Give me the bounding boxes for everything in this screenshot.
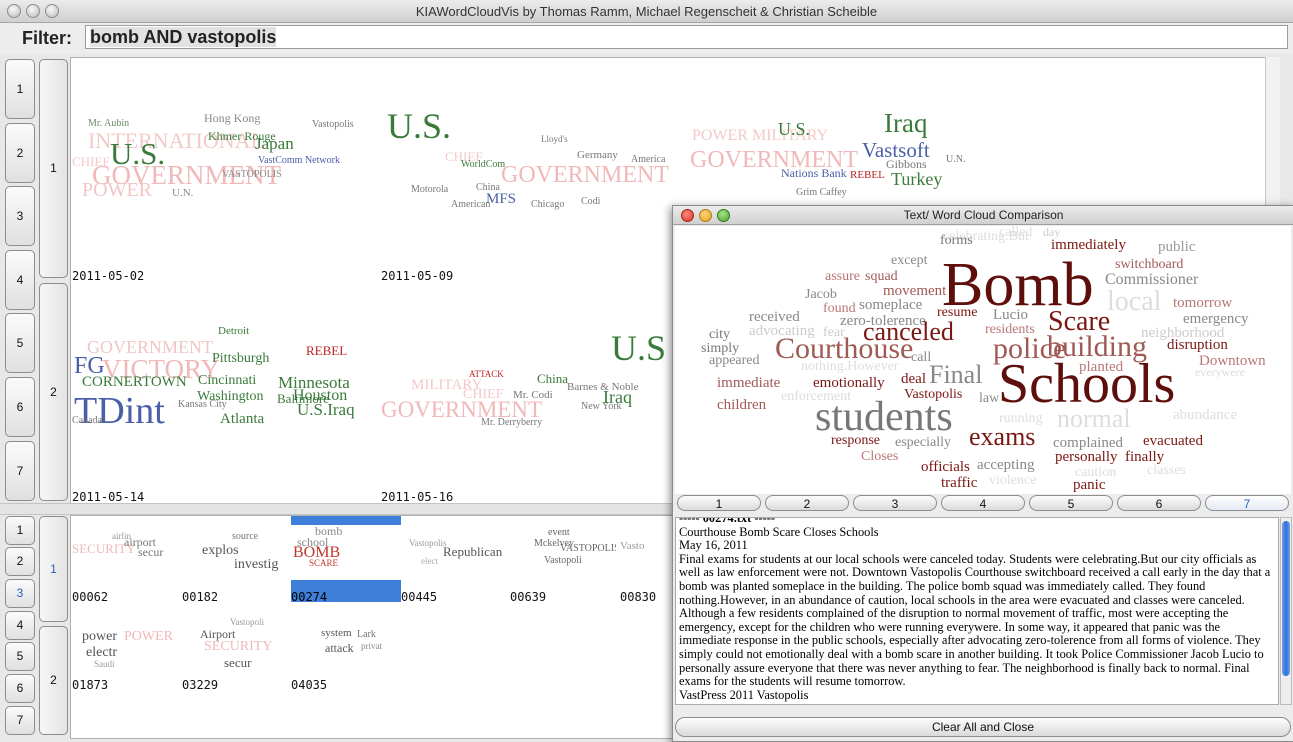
tab-6[interactable]: 6 [1117, 495, 1201, 511]
comparison-title: Text/ Word Cloud Comparison [673, 206, 1293, 225]
filter-label: Filter: [22, 28, 73, 48]
word-cloud-week-5[interactable]: GOVERNMENT MILITARY CHIEF China Barnes &… [381, 330, 673, 430]
window-titlebar: KIAWordCloudVis by Thomas Ramm, Michael … [0, 0, 1293, 23]
scroll-thumb[interactable] [1282, 521, 1290, 676]
tab-4[interactable]: 4 [941, 495, 1025, 511]
bottom-group-button[interactable]: 1 [39, 516, 68, 622]
minimize-icon[interactable] [699, 209, 712, 222]
cloud-date: 2011-05-14 [72, 490, 145, 504]
top-row-button[interactable]: 7 [5, 441, 35, 501]
bottom-row-button[interactable]: 5 [5, 642, 35, 671]
word-cloud-week-3[interactable]: GOVERNMENT POWER MILITARY U.S. Iraq Vast… [686, 100, 988, 205]
cloud-date: 2011-05-16 [381, 490, 454, 504]
doc-id: 00639 [510, 590, 547, 604]
doc-cloud[interactable]: system attack Lark privat [291, 618, 397, 668]
document-footer: VastPress 2011 Vastopolis [679, 687, 809, 702]
top-row-button[interactable]: 5 [5, 313, 35, 373]
document-text-area[interactable]: ----- 00274.txt ----- Courthouse Bomb Sc… [675, 517, 1279, 705]
word-cloud-week-2[interactable]: U.S. GOVERNMENT CHIEF MFS WorldCom Germa… [381, 105, 681, 220]
filter-bar: Filter: bomb AND vastopolis [0, 23, 1293, 54]
doc-id: 00830 [620, 590, 657, 604]
top-row-button[interactable]: 4 [5, 250, 35, 310]
top-group-button[interactable]: 1 [39, 59, 68, 278]
top-group-button[interactable]: 2 [39, 283, 68, 501]
selection-bar-top [291, 516, 401, 525]
doc-id: 01873 [72, 678, 109, 692]
window-title: KIAWordCloudVis by Thomas Ramm, Michael … [415, 4, 878, 19]
doc-id: 00182 [182, 590, 219, 604]
document-word-cloud[interactable]: celebrating.But called forms day immedia… [675, 226, 1291, 494]
doc-id: 03229 [182, 678, 219, 692]
comparison-window: Text/ Word Cloud Comparison celebrating.… [672, 205, 1293, 742]
bottom-row-button[interactable]: 6 [5, 674, 35, 703]
cloud-tabs: 1 2 3 4 5 6 7 [675, 494, 1291, 514]
doc-cloud[interactable]: SECURITY airport secur airlin [72, 530, 178, 570]
tab-3[interactable]: 3 [853, 495, 937, 511]
cloud-date: 2011-05-02 [72, 269, 145, 283]
filter-value: bomb AND vastopolis [90, 27, 277, 47]
bottom-row-button[interactable]: 7 [5, 706, 35, 735]
word-cloud-week-1[interactable]: INTERNATIONAL GOVERNMENT U.S. POWER Mr. … [72, 110, 380, 220]
doc-id: 04035 [291, 678, 328, 692]
doc-cloud[interactable]: explos investig source [182, 528, 288, 576]
text-scrollbar[interactable] [1280, 517, 1292, 705]
top-row-button[interactable]: 3 [5, 186, 35, 246]
doc-cloud[interactable]: power POWER electr Saudi [72, 620, 178, 670]
doc-id: 00445 [401, 590, 438, 604]
tab-5[interactable]: 5 [1029, 495, 1113, 511]
doc-id-selected: 00274 [291, 590, 328, 604]
word-cloud-week-4[interactable]: GOVERNMENT VICTORY FG CORNERTOWN TDint C… [72, 312, 380, 467]
tab-2[interactable]: 2 [765, 495, 849, 511]
doc-id: 00062 [72, 590, 109, 604]
doc-cloud-selected[interactable]: bomb school BOMB SCARE [291, 525, 401, 579]
doc-cloud[interactable]: Republican Vastopolis elect [401, 535, 507, 573]
bottom-row-button[interactable]: 4 [5, 611, 35, 640]
filter-input[interactable]: bomb AND vastopolis [85, 25, 1288, 49]
bottom-row-button[interactable]: 1 [5, 516, 35, 545]
doc-cloud[interactable]: Vasto [620, 535, 672, 565]
bottom-row-button[interactable]: 2 [5, 547, 35, 576]
zoom-icon[interactable] [717, 209, 730, 222]
top-row-button[interactable]: 2 [5, 123, 35, 183]
cloud-date: 2011-05-09 [381, 269, 454, 283]
bottom-group-button[interactable]: 2 [39, 626, 68, 735]
close-icon[interactable] [681, 209, 694, 222]
document-body: Final exams for students at our local sc… [679, 551, 1271, 689]
top-row-button[interactable]: 1 [5, 59, 35, 119]
clear-all-close-button[interactable]: Clear All and Close [675, 717, 1291, 737]
tab-7-active[interactable]: 7 [1205, 495, 1289, 511]
document-date: May 16, 2011 [679, 538, 748, 553]
doc-cloud[interactable]: Airport SECURITY secur Vastopoli [182, 618, 288, 670]
bottom-row-button-selected[interactable]: 3 [5, 579, 35, 608]
document-headline: Courthouse Bomb Scare Closes Schools [679, 524, 879, 539]
doc-cloud[interactable]: event Mckelvey VASTOPOLIS Vastopoli [510, 528, 616, 574]
tab-1[interactable]: 1 [677, 495, 761, 511]
top-row-button[interactable]: 6 [5, 377, 35, 437]
